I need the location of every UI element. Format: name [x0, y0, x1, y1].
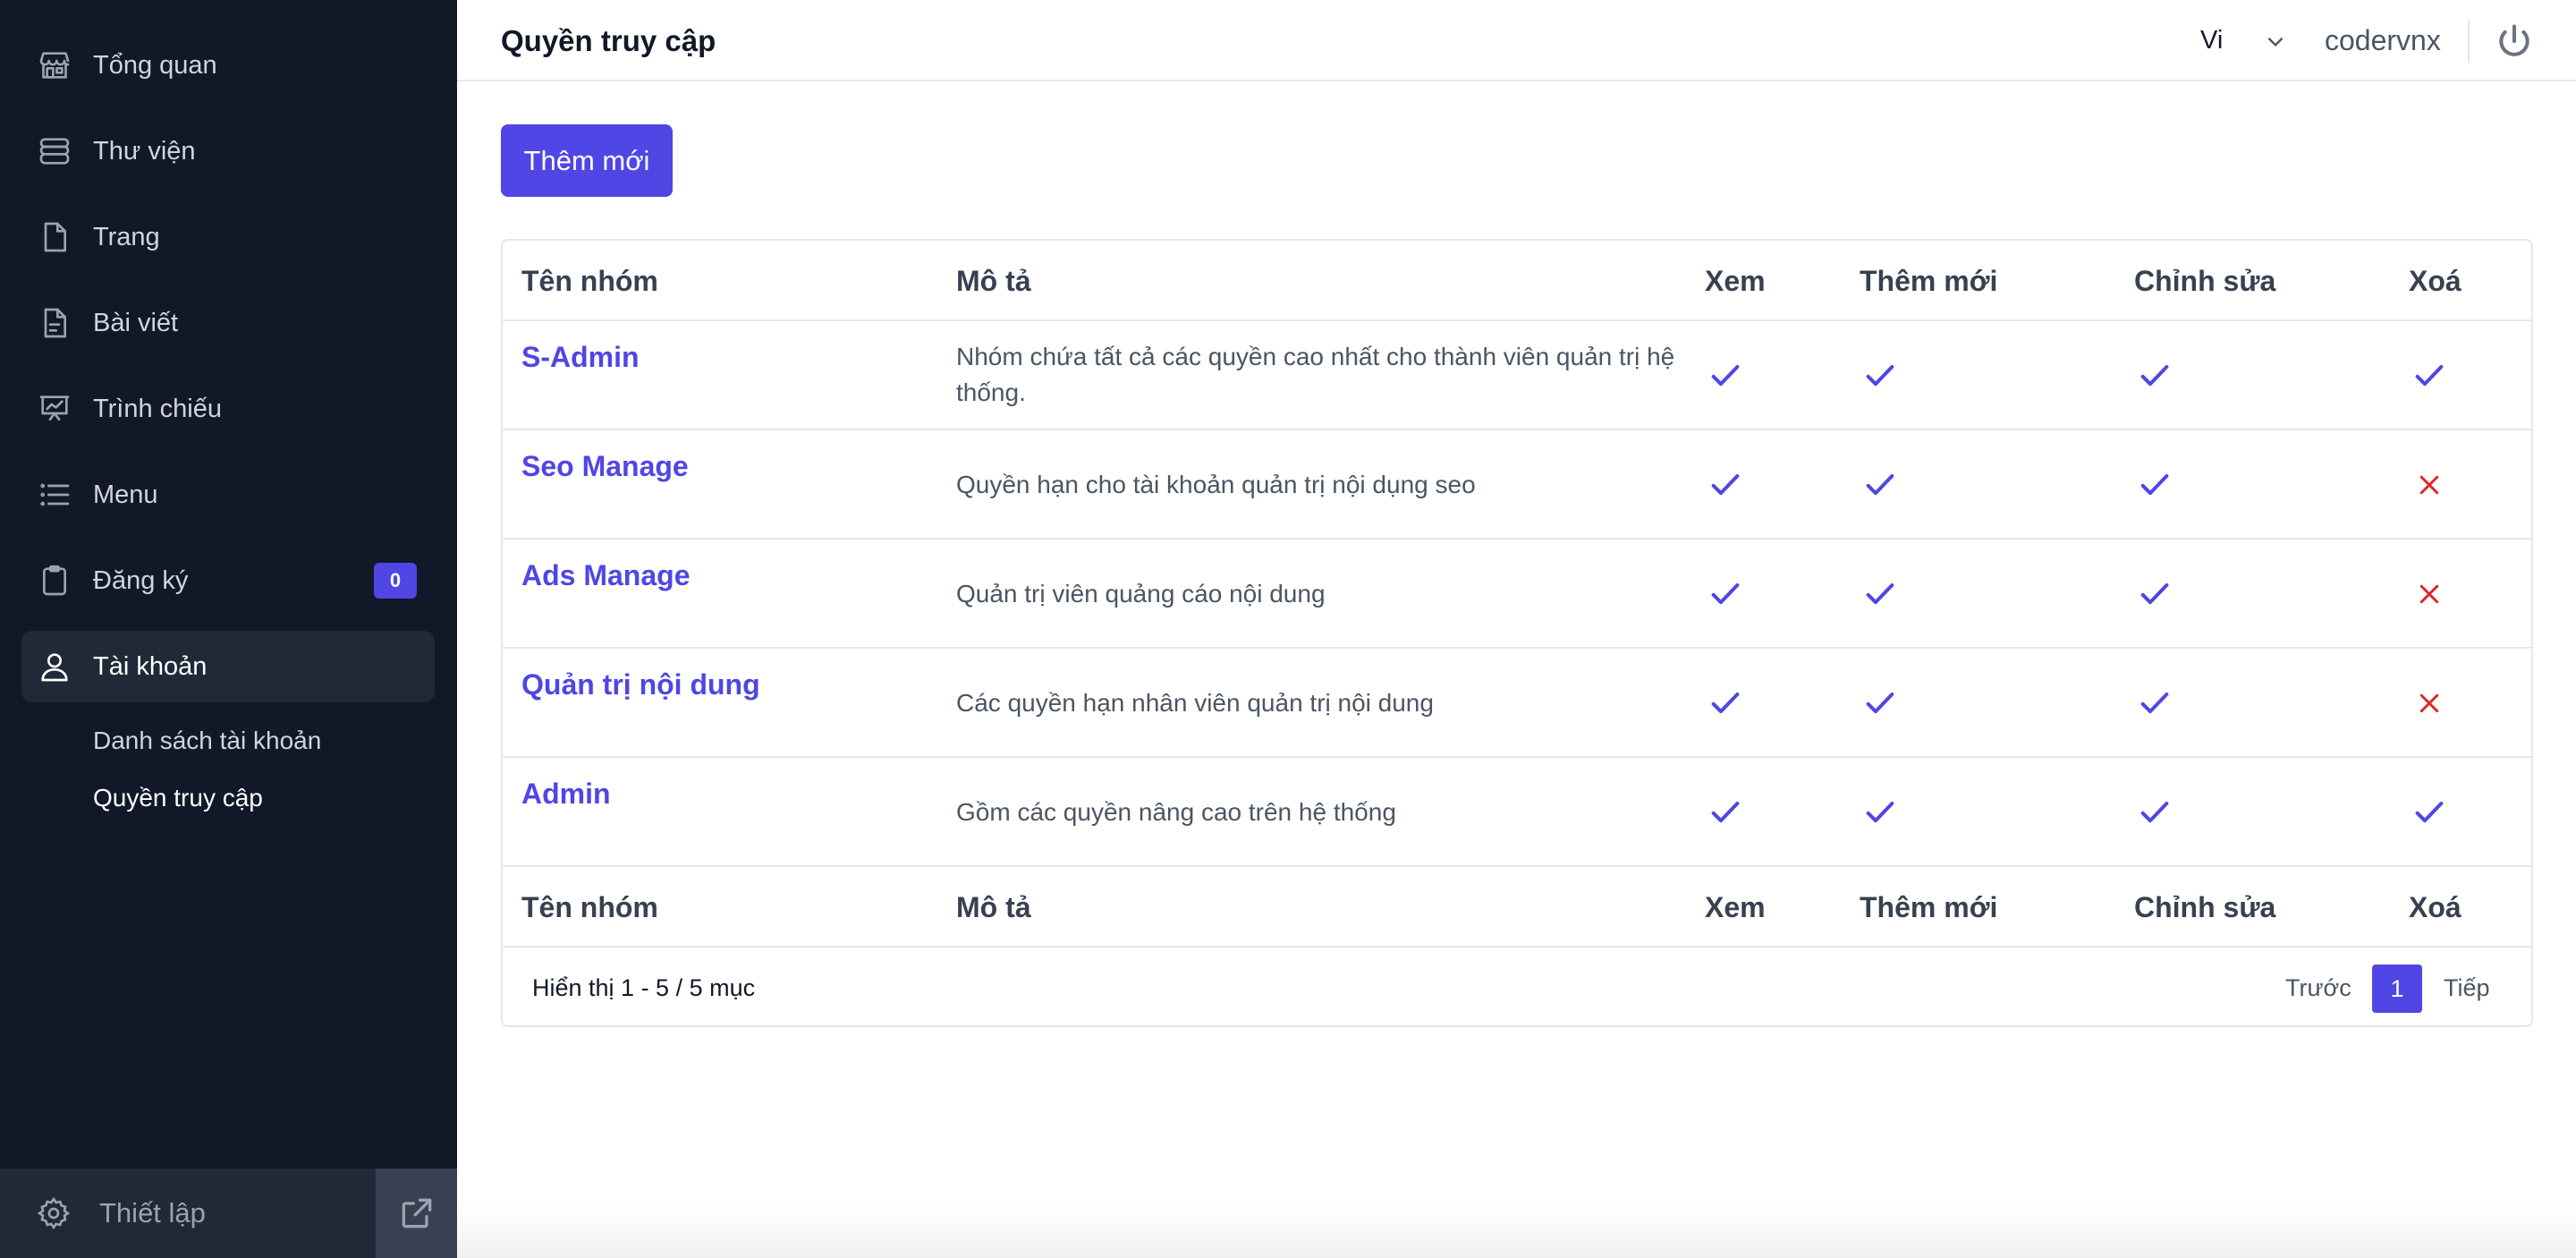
- sidebar-item-label: Menu: [93, 480, 158, 509]
- column-header-view: Xem: [1705, 265, 1766, 297]
- sidebar: Tổng quan Thư viện Trang Bài viết Trình …: [0, 0, 457, 1258]
- sidebar-item-overview[interactable]: Tổng quan: [21, 30, 435, 101]
- pagination-bar: Hiển thị 1 - 5 / 5 mục Trước 1 Tiếp: [503, 948, 2531, 1025]
- check-icon: [1707, 685, 1743, 721]
- pagination-summary: Hiển thị 1 - 5 / 5 mục: [532, 974, 756, 1001]
- sidebar-item-label: Trang: [93, 223, 160, 251]
- group-description: Quyền hạn cho tài khoản quản trị nội dụn…: [956, 471, 1476, 498]
- table-row: Admin Gồm các quyền nâng cao trên hệ thố…: [503, 758, 2531, 867]
- add-new-button[interactable]: Thêm mới: [501, 124, 673, 197]
- document-text-icon: [37, 305, 72, 341]
- check-icon: [2137, 467, 2173, 503]
- open-site-button[interactable]: [376, 1169, 457, 1258]
- column-footer-delete: Xoá: [2409, 891, 2462, 923]
- power-icon[interactable]: [2495, 21, 2534, 61]
- check-icon: [1862, 467, 1898, 503]
- next-page-button[interactable]: Tiếp: [2444, 948, 2490, 1025]
- check-icon: [1862, 685, 1898, 721]
- group-description: Gồm các quyền nâng cao trên hệ thống: [956, 798, 1396, 826]
- group-description: Quản trị viên quảng cáo nội dung: [956, 580, 1326, 608]
- sidebar-item-menu[interactable]: Menu: [21, 459, 435, 531]
- table-row: Quản trị nội dung Các quyền hạn nhân viê…: [503, 649, 2531, 758]
- x-icon: [2416, 581, 2443, 608]
- check-icon: [1707, 358, 1743, 394]
- group-name-link[interactable]: Ads Manage: [521, 559, 690, 592]
- check-icon: [2137, 358, 2173, 394]
- check-icon: [1862, 795, 1898, 830]
- group-description: Các quyền hạn nhân viên quản trị nội dun…: [956, 689, 1434, 717]
- external-link-icon: [402, 1198, 431, 1228]
- store-icon: [37, 47, 72, 83]
- sidebar-item-registrations[interactable]: Đăng ký 0: [21, 545, 435, 616]
- column-footer-description: Mô tả: [956, 891, 1031, 923]
- column-header-add: Thêm mới: [1860, 265, 1998, 297]
- x-icon: [2416, 690, 2443, 717]
- document-icon: [37, 219, 72, 255]
- sidebar-item-pages[interactable]: Trang: [21, 201, 435, 273]
- group-name-link[interactable]: Quản trị nội dung: [521, 668, 760, 701]
- group-name-link[interactable]: Seo Manage: [521, 450, 689, 483]
- prev-page-button[interactable]: Trước: [2285, 948, 2351, 1025]
- sidebar-item-label: Đăng ký: [93, 566, 189, 595]
- settings-button[interactable]: Thiết lập: [0, 1169, 376, 1258]
- page-1-button[interactable]: 1: [2372, 965, 2422, 1013]
- sidebar-item-label: Tổng quan: [93, 51, 217, 80]
- group-name-link[interactable]: S-Admin: [521, 341, 640, 374]
- presentation-chart-icon: [37, 391, 72, 427]
- check-icon: [2137, 685, 2173, 721]
- sidebar-item-library[interactable]: Thư viện: [21, 115, 435, 187]
- list-icon: [37, 477, 72, 513]
- check-icon: [2137, 795, 2173, 830]
- gear-icon: [36, 1195, 72, 1231]
- column-header-delete: Xoá: [2409, 265, 2462, 297]
- column-footer-name: Tên nhóm: [521, 891, 658, 923]
- count-badge: 0: [374, 563, 417, 599]
- group-name-link[interactable]: Admin: [521, 778, 611, 811]
- subnav-account-list[interactable]: Danh sách tài khoản: [93, 727, 321, 755]
- subnav-access-permissions[interactable]: Quyền truy cập: [93, 784, 263, 812]
- table-row: Seo Manage Quyền hạn cho tài khoản quản …: [503, 430, 2531, 540]
- column-header-edit: Chỉnh sửa: [2134, 265, 2276, 297]
- column-footer-edit: Chỉnh sửa: [2134, 891, 2276, 923]
- header-divider: [2468, 20, 2470, 63]
- sidebar-footer: Thiết lập: [0, 1169, 457, 1258]
- group-description: Nhóm chứa tất cả các quyền cao nhất cho …: [956, 343, 1675, 406]
- sidebar-item-slideshow[interactable]: Trình chiếu: [21, 373, 435, 445]
- check-icon: [1707, 795, 1743, 830]
- column-footer-add: Thêm mới: [1860, 891, 1998, 923]
- sidebar-item-label: Thư viện: [93, 137, 196, 166]
- x-icon: [2416, 472, 2443, 498]
- check-icon: [1862, 576, 1898, 612]
- page-title: Quyền truy cập: [501, 24, 716, 57]
- chevron-down-icon[interactable]: [2264, 30, 2287, 53]
- table-row: Ads Manage Quản trị viên quảng cáo nội d…: [503, 540, 2531, 649]
- top-header: Quyền truy cập Vi codervnx: [457, 0, 2576, 81]
- clipboard-icon: [37, 563, 72, 599]
- check-icon: [2137, 576, 2173, 612]
- bottom-shadow: [457, 1204, 2576, 1258]
- check-icon: [2411, 795, 2447, 830]
- table-header-row: Tên nhóm Mô tả Xem Thêm mới Chỉnh sửa Xo…: [503, 241, 2531, 321]
- user-icon: [37, 649, 72, 684]
- check-icon: [1707, 576, 1743, 612]
- database-icon: [37, 133, 72, 169]
- column-header-name: Tên nhóm: [521, 265, 658, 297]
- language-select[interactable]: Vi: [2200, 0, 2223, 81]
- table-row: S-Admin Nhóm chứa tất cả các quyền cao n…: [503, 321, 2531, 430]
- table-footer-header-row: Tên nhóm Mô tả Xem Thêm mới Chỉnh sửa Xo…: [503, 867, 2531, 948]
- column-header-description: Mô tả: [956, 265, 1031, 297]
- permissions-table: Tên nhóm Mô tả Xem Thêm mới Chỉnh sửa Xo…: [501, 239, 2533, 1027]
- check-icon: [1862, 358, 1898, 394]
- settings-label: Thiết lập: [99, 1197, 206, 1228]
- sidebar-item-label: Tài khoản: [93, 652, 208, 681]
- sidebar-item-posts[interactable]: Bài viết: [21, 287, 435, 359]
- sidebar-item-label: Bài viết: [93, 309, 179, 337]
- sidebar-item-label: Trình chiếu: [93, 395, 222, 423]
- check-icon: [1707, 467, 1743, 503]
- sidebar-item-accounts[interactable]: Tài khoản: [21, 631, 435, 702]
- column-footer-view: Xem: [1705, 891, 1766, 923]
- username[interactable]: codervnx: [2325, 0, 2441, 81]
- check-icon: [2411, 358, 2447, 394]
